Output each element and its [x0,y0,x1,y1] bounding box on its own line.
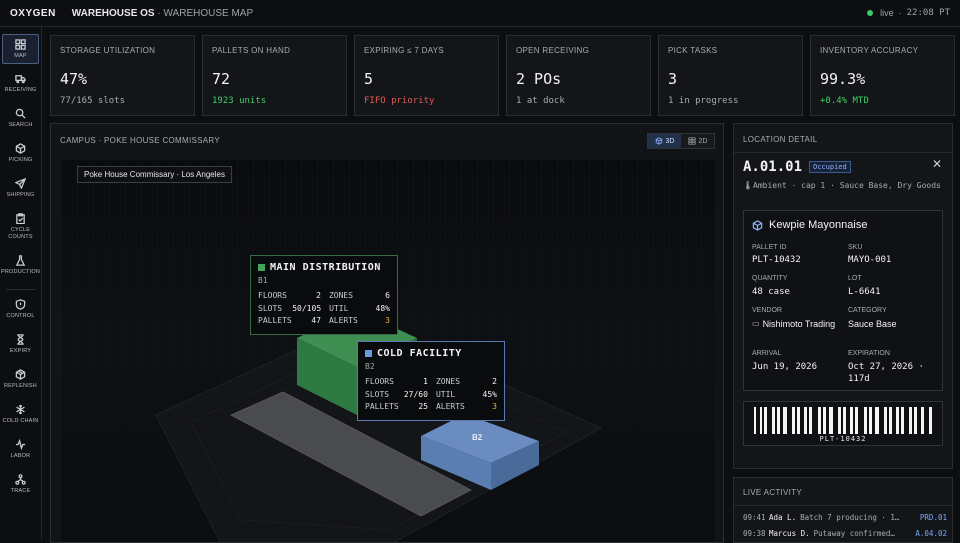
pallet-card: Kewpie Mayonnaise PALLET ID PLT-10432 SK… [743,210,943,391]
activity-row[interactable]: 09:41 Ada L. Batch 7 producing · 1… PRD.… [743,513,947,522]
nav-labor[interactable]: LABOR [2,439,39,460]
stat-card-pick-tasks[interactable]: PICK TASKS 3 1 in progress [658,35,803,116]
sidebar-divider [6,289,36,290]
location-detail-panel: LOCATION DETAIL A.01.01 Occupied ✕ 🌡︎Amb… [733,123,953,469]
map-title: CAMPUS · POKE HOUSE COMMISSARY [60,136,220,145]
b1-color-swatch [258,264,265,271]
box-icon [15,143,26,154]
sku[interactable]: MAYO-001 [848,254,891,266]
truck-icon: ▭ [752,319,760,328]
sidebar: MAP RECEIVING SEARCH PICKING SHIPPING CY… [0,27,42,540]
building-b1-popover[interactable]: MAIN DISTRIBUTION B1 FLOORS 2 ZONES 6 SLOTS… [250,255,398,335]
view-3d-button[interactable]: 3D [648,134,681,148]
stat-card-storage[interactable]: STORAGE UTILIZATION 47% 77/165 slots [50,35,195,116]
live-activity-panel: LIVE ACTIVITY 09:41 Ada L. Batch 7 produ… [733,477,953,543]
quantity: 48 case [752,287,790,297]
lot: L-6641 [848,287,881,297]
building-b2-popover[interactable]: COLD FACILITY B2 FLOORS 1 ZONES 2 SLOTS 27/6… [357,341,505,421]
live-status: live · 22:08 PT [867,8,950,18]
barcode-text: PLT-10432 [819,435,867,443]
stat-sub: +0.4% MTD [820,96,869,106]
product-name: Kewpie Mayonnaise [752,219,867,231]
detail-title: LOCATION DETAIL [743,135,818,144]
pallet-barcode[interactable]: PLT-10432 [743,401,943,446]
location-id: A.01.01 [743,159,803,175]
send-icon [15,178,26,189]
stat-sub: FIFO priority [364,96,435,106]
nav-picking[interactable]: PICKING [2,143,39,164]
clipboard-icon [16,213,25,224]
warehouse-map-panel: CAMPUS · POKE HOUSE COMMISSARY 3D 2D B2 … [50,123,724,543]
network-icon [15,474,26,485]
location-meta: 🌡︎Ambient · cap 1 · Sauce Base, Dry Good… [743,181,941,190]
nav-trace[interactable]: TRACE [2,474,39,495]
breadcrumb-page: WAREHOUSE MAP [163,7,254,19]
stat-sub: 77/165 slots [60,96,126,106]
package-icon [15,369,26,380]
shield-icon [15,299,26,310]
barcode-bars [754,407,932,434]
clock: 22:08 PT [906,8,950,18]
pallet-id[interactable]: PLT-10432 [752,254,801,266]
vendor: ▭ Nishimoto Trading [752,319,836,329]
nav-cycle-counts[interactable]: CYCLE COUNTS [2,213,39,241]
nav-replenish[interactable]: REPLENISH [2,369,39,390]
nav-shipping[interactable]: SHIPPING [2,178,39,199]
nav-control[interactable]: CONTROL [2,299,39,320]
activity-row[interactable]: 09:38 Marcus D. Putaway confirmed… A.04.… [743,529,947,538]
stat-card-accuracy[interactable]: INVENTORY ACCURACY 99.3% +0.4% MTD [810,35,955,116]
location-tag[interactable]: A.04.02 [915,529,947,538]
grid-icon [15,38,26,50]
breadcrumb-app[interactable]: WAREHOUSE OS [72,8,155,19]
activity-title: LIVE ACTIVITY [743,488,803,497]
nav-expiry[interactable]: EXPIRY [2,334,39,355]
top-bar: OXYGEN WAREHOUSE OS · WAREHOUSE MAP live… [0,0,960,27]
nav-map[interactable]: MAP [2,34,39,64]
thermometer-icon: 🌡︎ [743,181,754,190]
flask-icon [15,255,26,266]
breadcrumb: WAREHOUSE OS · WAREHOUSE MAP [71,7,254,19]
map-3d-scene[interactable]: B2 Poke House Commissary · Los Angeles M… [61,160,715,542]
b2-color-swatch [365,350,372,357]
expiration-date: Oct 27, 2026 · 117d [848,362,924,384]
hourglass-icon [17,334,24,345]
stat-sub: 1 in progress [668,96,739,106]
location-tag[interactable]: PRD.01 [920,513,947,522]
nav-production[interactable]: PRODUCTION [1,255,40,276]
live-label: live [880,8,894,18]
status-badge: Occupied [809,161,851,173]
nav-cold-chain[interactable]: COLD CHAIN [2,404,39,425]
nav-search[interactable]: SEARCH [2,108,39,129]
view-toggle: 3D 2D [647,133,715,149]
close-icon[interactable]: ✕ [932,157,942,171]
stat-sub: 1923 units [212,96,267,106]
arrival-date: Jun 19, 2026 [752,362,818,372]
campus-location-chip: Poke House Commissary · Los Angeles [77,166,232,183]
live-dot-icon [867,10,874,16]
grid-2d-icon [687,137,696,145]
nav-receiving[interactable]: RECEIVING [2,73,39,94]
category: Sauce Base [848,319,897,329]
stat-card-pallets[interactable]: PALLETS ON HAND 72 1923 units [202,35,347,116]
stat-card-receiving[interactable]: OPEN RECEIVING 2 POs 1 at dock [506,35,651,116]
package-icon [752,219,763,231]
stat-sub: 1 at dock [516,96,565,106]
view-2d-button[interactable]: 2D [681,134,714,148]
search-icon [15,108,26,119]
cube-icon [655,137,662,145]
pulse-icon [15,439,26,450]
stat-card-expiring[interactable]: EXPIRING ≤ 7 DAYS 5 FIFO priority [354,35,499,116]
b2-label: B2 [472,433,483,442]
brand-logo[interactable]: OXYGEN [10,8,56,19]
snowflake-icon [16,404,25,415]
truck-icon [15,75,26,84]
